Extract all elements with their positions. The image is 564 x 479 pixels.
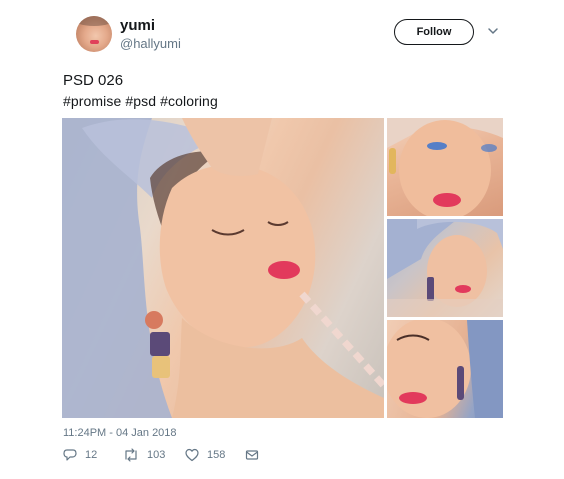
- tweet-timestamp[interactable]: 11:24PM - 04 Jan 2018: [63, 427, 177, 439]
- reply-button[interactable]: 12: [63, 447, 97, 463]
- tweet-hashtags[interactable]: #promise #psd #coloring: [63, 93, 218, 109]
- avatar[interactable]: [76, 16, 112, 52]
- retweet-count: 103: [147, 449, 166, 461]
- heart-icon: [185, 448, 199, 462]
- like-button[interactable]: 158: [185, 447, 225, 463]
- tweet-text: PSD 026: [63, 72, 124, 89]
- retweet-button[interactable]: 103: [123, 447, 165, 463]
- follow-button[interactable]: Follow: [394, 19, 474, 45]
- display-name[interactable]: yumi: [120, 17, 155, 34]
- media-grid: [62, 118, 503, 418]
- photo-main[interactable]: [62, 118, 384, 418]
- photo-middle[interactable]: [387, 219, 503, 317]
- like-count: 158: [207, 449, 226, 461]
- user-handle[interactable]: @hallyumi: [120, 36, 181, 51]
- chevron-down-icon[interactable]: [486, 24, 500, 38]
- reply-icon: [63, 449, 77, 461]
- envelope-icon: [245, 450, 259, 460]
- retweet-icon: [125, 448, 137, 462]
- direct-message-button[interactable]: [245, 447, 259, 463]
- photo-top[interactable]: [387, 118, 503, 216]
- tweet-card: yumi @hallyumi Follow PSD 026 #promise #…: [0, 0, 564, 479]
- reply-count: 12: [85, 449, 98, 461]
- photo-bottom[interactable]: [387, 320, 503, 418]
